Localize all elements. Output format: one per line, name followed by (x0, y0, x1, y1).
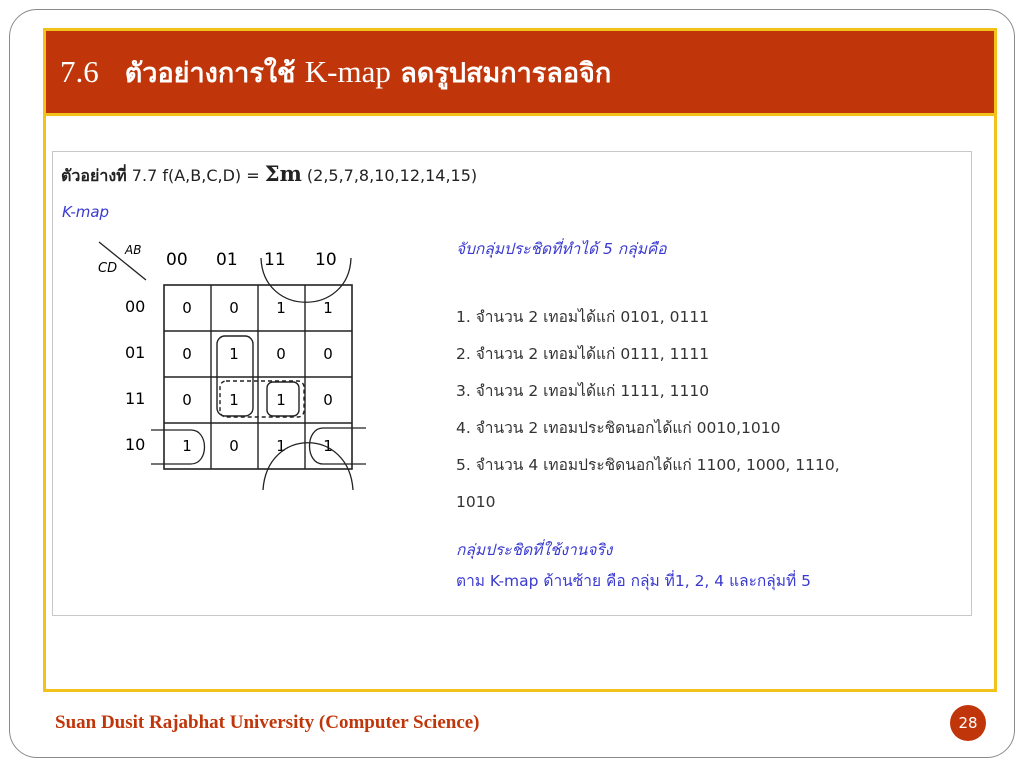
kmap-cell-0-0: 0 (182, 299, 192, 317)
example-number: 7.7 (131, 166, 158, 185)
groups-heading: จับกลุ่มประชิดที่ทำได้ 5 กลุ่มคือ (456, 240, 667, 258)
section-number: 7.6 (60, 54, 99, 89)
kmap-cell-2-3: 0 (323, 391, 333, 409)
example-function: f(A,B,C,D) = (162, 166, 260, 185)
slide-title: ตัวอย่างการใช้ K-map ลดรูปสมการลอจิก (125, 51, 611, 94)
example-panel: ตัวอย่างที่ 7.7 f(A,B,C,D) = Σm (2,5,7,8… (52, 151, 972, 616)
page-number-badge: 28 (950, 705, 986, 741)
kmap-diagram: AB CD 00 01 11 10 00 01 11 10 0 0 1 1 0 … (98, 241, 366, 491)
kmap-cell-0-1: 0 (229, 299, 239, 317)
actual-groups-heading: กลุ่มประชิดที่ใช้งานจริง (456, 541, 613, 559)
group-item-2: 2. จำนวน 2 เทอมได้แก่ 0111, 1111 (456, 345, 710, 363)
group-item-4: 4. จำนวน 2 เทอมประชิดนอกได้แก่ 0010,1010 (456, 419, 781, 437)
kmap-cell-1-1: 1 (229, 345, 239, 363)
col-header-11: 11 (264, 250, 286, 270)
row-header-01: 01 (125, 343, 145, 362)
kmap-label: K-map (62, 203, 110, 221)
kmap-cell-2-1: 1 (229, 391, 239, 409)
kmap-cell-1-3: 0 (323, 345, 333, 363)
kmap-cd-label: CD (98, 261, 117, 276)
example-header: ตัวอย่างที่ 7.7 f(A,B,C,D) = Σm (2,5,7,8… (61, 161, 477, 189)
row-header-11: 11 (125, 389, 145, 408)
title-bar: 7.6 ตัวอย่างการใช้ K-map ลดรูปสมการลอจิก (43, 28, 997, 116)
sigma-symbol: Σm (264, 161, 302, 186)
col-header-00: 00 (166, 250, 188, 270)
example-minterms: (2,5,7,8,10,12,14,15) (306, 166, 478, 185)
group-item-5: 5. จำนวน 4 เทอมประชิดนอกได้แก่ 1100, 100… (456, 456, 840, 474)
kmap-cell-1-2: 0 (276, 345, 286, 363)
kmap-cell-1-0: 0 (182, 345, 192, 363)
slide-title-kmap: K-map (304, 53, 391, 89)
group-loop-4-right (309, 427, 366, 465)
kmap-cell-0-3: 1 (323, 299, 333, 317)
kmap-cell-2-0: 0 (182, 391, 192, 409)
row-header-00: 00 (125, 297, 145, 316)
kmap-cell-3-1: 0 (229, 437, 239, 455)
actual-groups-text: ตาม K-map ด้านซ้าย คือ กลุ่ม ที่1, 2, 4 … (456, 572, 811, 590)
col-header-10: 10 (315, 250, 337, 270)
kmap-cell-3-0: 1 (182, 437, 192, 455)
row-header-10: 10 (125, 435, 145, 454)
group-item-5-cont: 1010 (456, 493, 496, 511)
footer-institution: Suan Dusit Rajabhat University (Computer… (55, 712, 480, 733)
kmap-cell-2-2: 1 (276, 391, 286, 409)
example-label: ตัวอย่างที่ (61, 166, 127, 185)
group-list-panel: จับกลุ่มประชิดที่ทำได้ 5 กลุ่มคือ 1. จำน… (456, 236, 971, 597)
slide-title-part-b: ลดรูปสมการลอจิก (400, 57, 612, 89)
group-loop-4-left (151, 429, 205, 465)
slide-title-part-a: ตัวอย่างการใช้ (124, 57, 296, 89)
group-item-1: 1. จำนวน 2 เทอมได้แก่ 0101, 0111 (456, 308, 710, 326)
kmap-ab-label: AB (124, 243, 141, 257)
col-header-01: 01 (216, 250, 238, 270)
kmap-cell-0-2: 1 (276, 299, 286, 317)
group-item-3: 3. จำนวน 2 เทอมได้แก่ 1111, 1110 (456, 382, 710, 400)
